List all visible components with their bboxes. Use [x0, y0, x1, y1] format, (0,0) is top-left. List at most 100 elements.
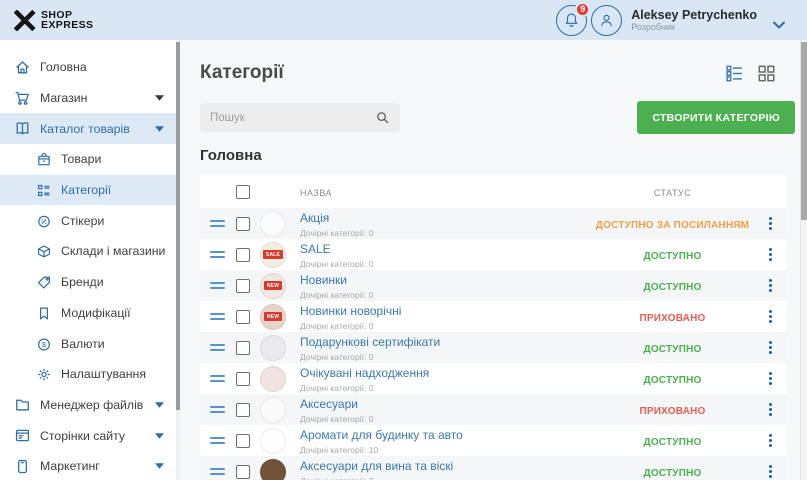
category-name-link[interactable]: Акція: [300, 212, 329, 225]
warehouse-icon: [36, 243, 52, 259]
category-thumbnail: [260, 366, 286, 392]
select-all-checkbox[interactable]: [236, 185, 250, 199]
sidebar-item-label: Модифікації: [61, 306, 131, 320]
sidebar-item-modyfikatsii[interactable]: Модифікації: [0, 298, 180, 329]
sidebar-item-nalashtuvannia[interactable]: Налаштування: [0, 359, 180, 390]
drag-handle-icon[interactable]: [210, 344, 236, 352]
category-children-count: Дочірні категорії: 0: [300, 321, 590, 331]
status-badge: ДОСТУПНО: [644, 282, 702, 293]
row-checkbox[interactable]: [236, 403, 250, 417]
sidebar-item-valiuty[interactable]: $ Валюти: [0, 328, 180, 359]
drag-handle-icon[interactable]: [210, 468, 236, 476]
chevron-down-icon: [155, 463, 164, 469]
page-scrollbar[interactable]: [800, 40, 807, 480]
create-category-button[interactable]: СТВОРИТИ КАТЕГОРІЮ: [637, 101, 795, 134]
table-row: SALE SALE Дочірні категорії: 0 ДОСТУПНО: [200, 239, 786, 270]
grid-view-icon[interactable]: [757, 64, 776, 83]
home-icon: [14, 59, 31, 76]
row-checkbox[interactable]: [236, 248, 250, 262]
category-thumbnail: [260, 397, 286, 423]
row-menu-button[interactable]: [755, 310, 786, 323]
sidebar-nav: Головна Магазин Каталог товарів Товари К…: [0, 40, 180, 480]
sidebar-item-menedzher-failiv[interactable]: Менеджер файлів: [0, 390, 180, 421]
column-header-name: НАЗВА: [300, 188, 332, 198]
sidebar-item-sklady-i-mahazyny[interactable]: Склади і магазини: [0, 236, 180, 267]
catalog-icon: [14, 120, 31, 137]
category-thumbnail: NEW: [260, 304, 286, 330]
drag-handle-icon[interactable]: [210, 282, 236, 290]
row-checkbox[interactable]: [236, 310, 250, 324]
row-menu-button[interactable]: [755, 434, 786, 447]
sidebar-item-storinky-saitu[interactable]: Сторінки сайту: [0, 420, 180, 451]
category-name-link[interactable]: Подарункові сертифікати: [300, 336, 440, 349]
category-name-link[interactable]: Аксесуари для вина та віскі: [300, 460, 453, 473]
sidebar-item-label: Категорії: [61, 183, 111, 197]
page-scrollbar-thumb[interactable]: [801, 42, 807, 220]
category-name-link[interactable]: Новинки новорічні: [300, 305, 401, 318]
sidebar-item-stikery[interactable]: Стікери: [0, 205, 180, 236]
status-badge: ДОСТУПНО: [644, 468, 702, 479]
chevron-down-icon: [155, 433, 164, 439]
row-menu-button[interactable]: [755, 248, 786, 261]
notifications-button[interactable]: 9: [556, 5, 587, 36]
sidebar-item-label: Маркетинг: [40, 459, 100, 473]
shop-express-logo-icon: [13, 10, 36, 31]
category-thumbnail: [260, 428, 286, 454]
sidebar-item-kataloh-tovariv[interactable]: Каталог товарів: [0, 113, 180, 144]
category-name-link[interactable]: Аксесуари: [300, 398, 358, 411]
pages-icon: [14, 427, 31, 444]
category-name-link[interactable]: SALE: [300, 243, 331, 256]
category-name-link[interactable]: Новинки: [300, 274, 347, 287]
sidebar-item-label: Головна: [40, 60, 87, 74]
row-menu-button[interactable]: [755, 403, 786, 416]
person-icon: [597, 11, 616, 30]
search-box: [200, 103, 400, 132]
category-name-link[interactable]: Аромати для будинку та авто: [300, 429, 463, 442]
row-checkbox[interactable]: [236, 465, 250, 479]
row-checkbox[interactable]: [236, 434, 250, 448]
user-avatar[interactable]: [591, 5, 622, 36]
row-menu-button[interactable]: [755, 372, 786, 385]
sidebar-item-tovary[interactable]: Товари: [0, 144, 180, 175]
row-menu-button[interactable]: [755, 341, 786, 354]
list-view-icon[interactable]: [725, 64, 744, 83]
sidebar-item-brendy[interactable]: Бренди: [0, 267, 180, 298]
category-children-count: Дочірні категорії: 7: [300, 476, 590, 480]
sticker-icon: [36, 213, 52, 229]
row-checkbox[interactable]: [236, 217, 250, 231]
user-name: Aleksey Petrychenko: [631, 8, 757, 22]
chevron-down-icon[interactable]: [773, 16, 785, 24]
row-menu-button[interactable]: [755, 279, 786, 292]
drag-handle-icon[interactable]: [210, 375, 236, 383]
thumbnail-ribbon: NEW: [264, 312, 282, 321]
category-children-count: Дочірні категорії: 0: [300, 228, 590, 238]
svg-text:$: $: [42, 340, 47, 349]
category-children-count: Дочірні категорії: 10: [300, 445, 590, 455]
table-row: Очікувані надходження Дочірні категорії:…: [200, 363, 786, 394]
bookmark-icon: [36, 305, 52, 321]
category-children-count: Дочірні категорії: 0: [300, 414, 590, 424]
search-icon: [375, 110, 390, 125]
table-row: Аксесуари Дочірні категорії: 0 ПРИХОВАНО: [200, 394, 786, 425]
category-thumbnail: [260, 459, 286, 480]
sidebar-item-mahazyn[interactable]: Магазин: [0, 83, 180, 114]
row-checkbox[interactable]: [236, 372, 250, 386]
gear-icon: [36, 366, 52, 382]
drag-handle-icon[interactable]: [210, 220, 236, 228]
search-input[interactable]: [200, 103, 400, 132]
sidebar-item-marketynh[interactable]: Маркетинг: [0, 451, 180, 480]
category-thumbnail: SALE: [260, 242, 286, 268]
sidebar-item-holovna[interactable]: Головна: [0, 52, 180, 83]
drag-handle-icon[interactable]: [210, 437, 236, 445]
sidebar-item-katehorii[interactable]: Категорії: [0, 175, 180, 206]
row-checkbox[interactable]: [236, 279, 250, 293]
drag-handle-icon[interactable]: [210, 406, 236, 414]
row-menu-button[interactable]: [755, 465, 786, 478]
row-menu-button[interactable]: [755, 217, 786, 230]
category-name-link[interactable]: Очікувані надходження: [300, 367, 429, 380]
sidebar-item-label: Валюти: [61, 337, 105, 351]
drag-handle-icon[interactable]: [210, 251, 236, 259]
row-checkbox[interactable]: [236, 341, 250, 355]
drag-handle-icon[interactable]: [210, 313, 236, 321]
user-info: Aleksey Petrychenko Розробник: [631, 8, 757, 32]
